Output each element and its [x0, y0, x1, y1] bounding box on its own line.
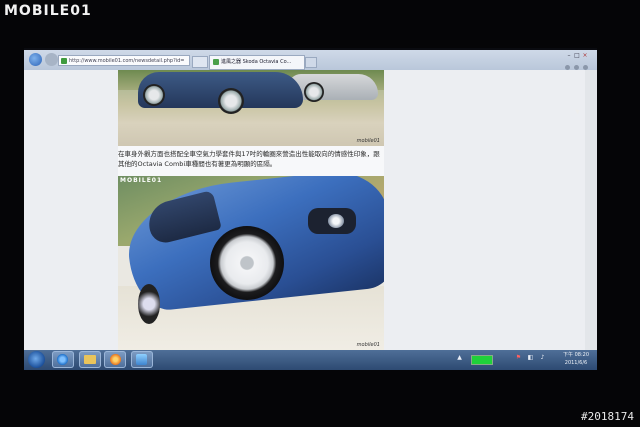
media-player-icon [110, 354, 121, 365]
action-center-icon[interactable]: ⚑ [515, 354, 522, 362]
file-explorer-icon [84, 355, 96, 364]
internet-explorer-icon [57, 354, 68, 365]
tab-inactive[interactable] [192, 56, 208, 68]
caption-line: 其他的Octavia Combi車種間也有著更為明顯的區隔。 [118, 160, 277, 168]
tab-favicon-icon [213, 59, 219, 65]
car-wheel [304, 82, 324, 102]
taskbar-item-media[interactable] [104, 351, 126, 368]
photo-credit: mobile01 [356, 342, 380, 348]
windows-start-icon[interactable] [28, 351, 45, 368]
caption-line: 在車身外觀方面也搭配全車空氣力學套件與17吋的輪圈來營造出性能取向的情感性印象，… [118, 150, 380, 158]
article-photo-2: MOBILE01 mobile01 [118, 176, 384, 350]
alloy-wheel [210, 226, 284, 300]
logo-text: MOBILE [4, 3, 71, 19]
system-clock[interactable]: 下午 08:20 2011/6/6 [560, 351, 592, 367]
article-caption: 在車身外觀方面也搭配全車空氣力學套件與17吋的輪圈來營造出性能取向的情感性印象，… [118, 149, 418, 169]
volume-icon[interactable]: ♪ [539, 354, 546, 362]
vertical-scrollbar[interactable] [585, 70, 597, 351]
close-button[interactable]: × [582, 53, 588, 59]
forward-arrow-icon[interactable] [45, 53, 58, 66]
address-bar[interactable]: http://www.mobile01.com/newsdetail.php?i… [58, 55, 190, 66]
taskbar-item-network[interactable] [131, 351, 153, 368]
site-favicon-icon [61, 58, 67, 64]
photo-watermark: MOBILE01 [120, 177, 163, 184]
network-icon[interactable]: ◧ [527, 354, 534, 362]
photo-credit: mobile01 [356, 138, 380, 144]
new-tab-button[interactable] [305, 57, 317, 68]
network-app-icon [136, 354, 147, 365]
rear-wheel [138, 284, 160, 324]
taskbar-item-ie[interactable] [52, 351, 74, 368]
logo-mark: 01 [70, 3, 92, 19]
taskbar-item-explorer[interactable] [79, 351, 101, 368]
maximize-button[interactable]: □ [574, 53, 580, 59]
clock-time: 下午 08:20 [563, 352, 589, 358]
minimize-button[interactable]: – [566, 53, 572, 59]
back-arrow-icon[interactable] [29, 53, 42, 66]
battery-indicator[interactable] [471, 355, 493, 365]
car-wheel [143, 84, 165, 106]
tray-expand-icon[interactable]: ▲ [456, 354, 463, 362]
fog-lamp [328, 214, 344, 228]
image-number: #2018174 [581, 410, 634, 423]
mobile01-logo: MOBILE01 [4, 3, 92, 19]
car-wheel [218, 88, 244, 114]
article-photo-1: mobile01 [118, 70, 384, 146]
tab-active[interactable]: 進風之器 Skoda Octavia Co... [209, 55, 305, 70]
clock-date: 2011/6/6 [564, 360, 588, 366]
